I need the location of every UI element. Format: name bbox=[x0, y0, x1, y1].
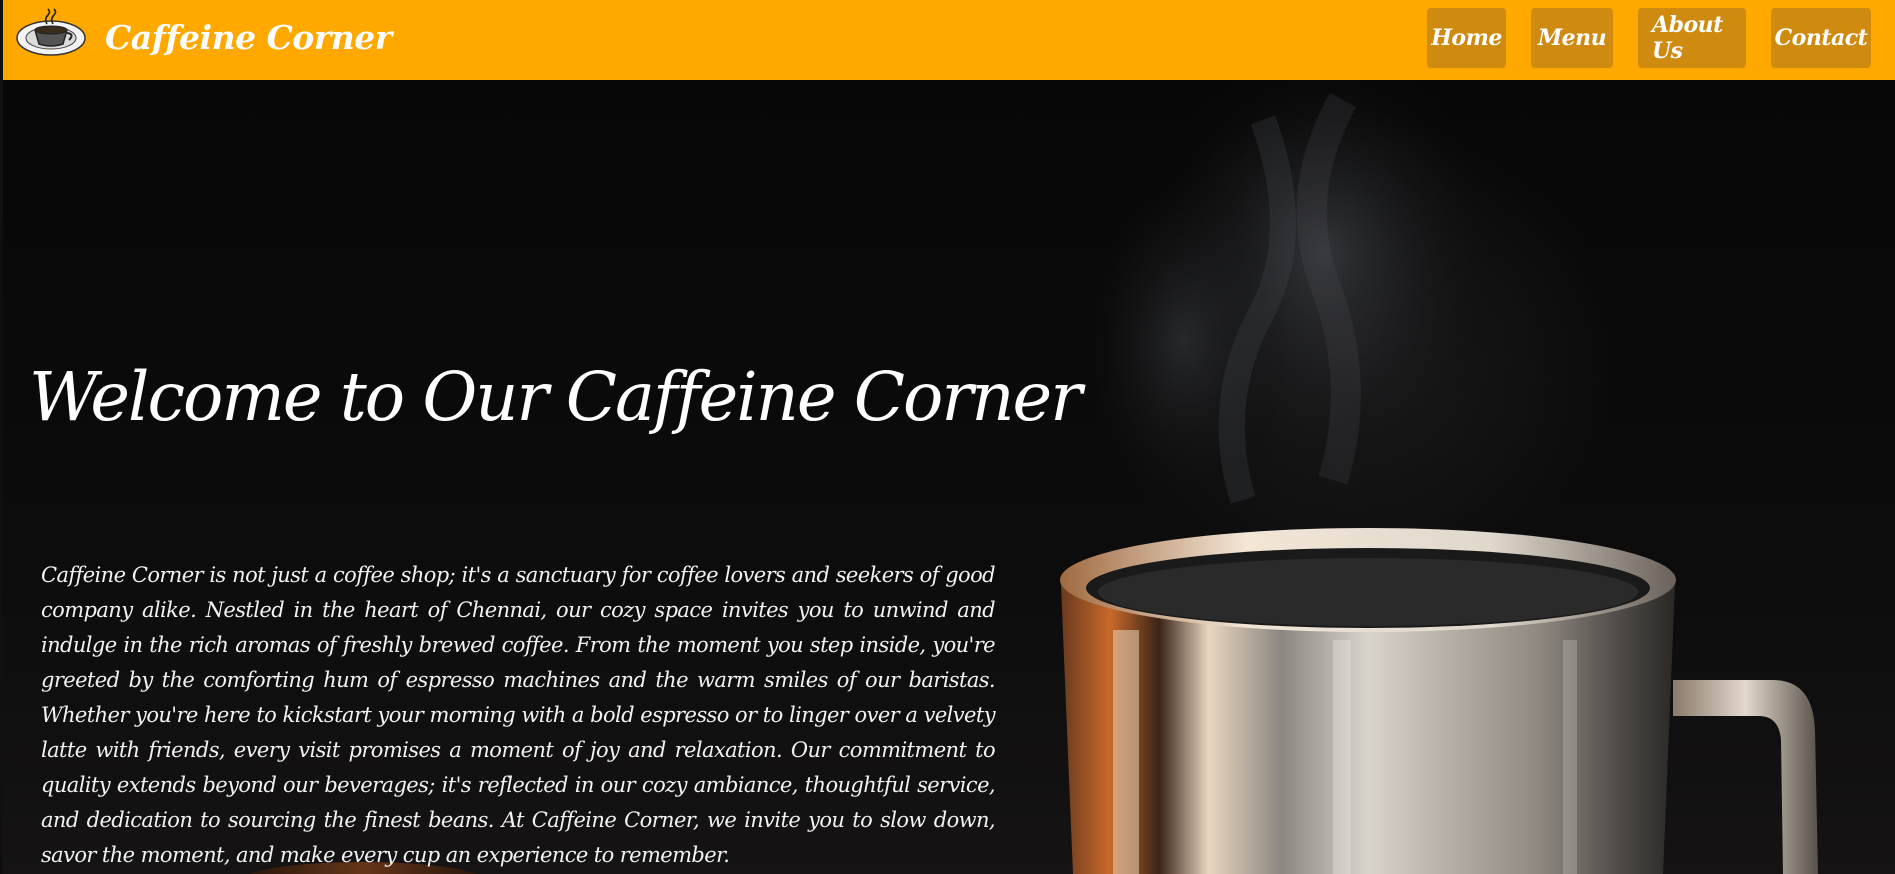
coffee-cup-logo-icon[interactable] bbox=[15, 8, 87, 56]
nav-home-link[interactable]: Home bbox=[1427, 8, 1506, 68]
nav-menu-link[interactable]: Menu bbox=[1531, 8, 1613, 68]
hero-title: Welcome to Our Caffeine Corner bbox=[29, 358, 1082, 436]
nav-contact-link[interactable]: Contact bbox=[1771, 8, 1871, 68]
brand-name[interactable]: Caffeine Corner bbox=[105, 18, 392, 57]
hero-section: Welcome to Our Caffeine Corner Caffeine … bbox=[3, 80, 1895, 874]
nav-links: Home Menu About Us Contact bbox=[1427, 8, 1871, 68]
page: Caffeine Corner Home Menu About Us Conta… bbox=[0, 0, 1895, 874]
nav-about-link[interactable]: About Us bbox=[1638, 8, 1746, 68]
hero-description: Caffeine Corner is not just a coffee sho… bbox=[41, 563, 996, 867]
navbar: Caffeine Corner Home Menu About Us Conta… bbox=[3, 0, 1895, 80]
